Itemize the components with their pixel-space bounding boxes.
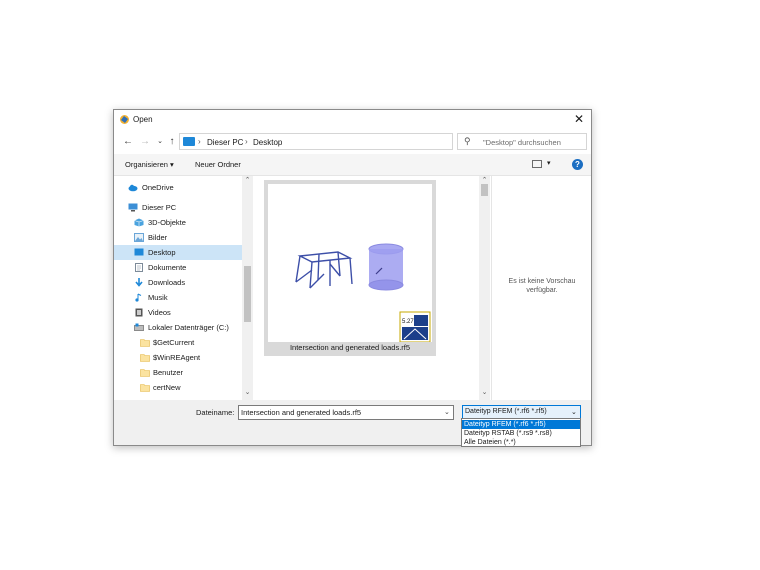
organize-button[interactable]: Organisieren ▾: [125, 160, 174, 169]
nav-label: certNew: [153, 383, 181, 392]
search-placeholder: "Desktop" durchsuchen: [483, 138, 561, 147]
chevron-down-icon[interactable]: ▾: [547, 159, 551, 167]
drive-icon: [134, 323, 144, 331]
filename-input[interactable]: Intersection and generated loads.rf5 ⌄: [238, 405, 454, 420]
nav-label: Lokaler Datenträger (C:): [148, 323, 229, 332]
nav-item-onedrive[interactable]: OneDrive: [114, 180, 242, 195]
breadcrumb-desktop[interactable]: Desktop: [253, 138, 282, 147]
file-list: 5.27 Intersection and generated loads.rf…: [254, 176, 491, 400]
nav-label: Dieser PC: [142, 203, 177, 212]
nav-label: Videos: [148, 308, 171, 317]
chevron-down-icon[interactable]: ⌄: [243, 388, 252, 396]
help-icon[interactable]: ?: [572, 159, 583, 170]
filetype-option-rfem[interactable]: Dateityp RFEM (*.rf6 *.rf5): [462, 420, 580, 429]
no-preview-line1: Es ist keine Vorschau: [508, 278, 576, 285]
chevron-right-icon: ›: [198, 137, 201, 146]
nav-label: $GetCurrent: [153, 338, 195, 347]
file-thumbnail: 5.27: [268, 184, 432, 343]
file-type-badge-number: 5.27: [402, 319, 414, 325]
no-preview-message: Es ist keine Vorschau verfügbar.: [492, 277, 592, 295]
cloud-icon: [128, 184, 138, 192]
view-options-icon[interactable]: [532, 160, 542, 168]
new-folder-button[interactable]: Neuer Ordner: [195, 160, 241, 169]
navigation-pane: OneDrive Dieser PC 3D-Objekte Bilder Des…: [114, 176, 254, 400]
nav-item-desktop[interactable]: Desktop: [114, 245, 242, 260]
close-icon: ✕: [573, 112, 585, 126]
desktop-icon: [134, 248, 144, 256]
nav-label: $WinREAgent: [153, 353, 201, 362]
nav-label: Downloads: [148, 278, 186, 287]
breadcrumb-dieser-pc[interactable]: Dieser PC: [207, 138, 243, 147]
chevron-down-icon[interactable]: ⌄: [480, 388, 489, 396]
up-icon[interactable]: ↑: [166, 135, 178, 149]
folder-icon: [140, 354, 150, 362]
nav-label: Benutzer: [153, 368, 184, 377]
nav-item-downloads[interactable]: Downloads: [114, 275, 242, 290]
pictures-icon: [134, 233, 144, 242]
open-dialog: Open ✕ ← → ⌄ ↑ › Dieser PC › Desktop ⌄ ↻…: [113, 109, 592, 446]
nav-item-winreagent[interactable]: $WinREAgent: [114, 350, 242, 365]
nav-item-getcurrent[interactable]: $GetCurrent: [114, 335, 242, 350]
chevron-right-icon: ›: [245, 137, 248, 146]
structure-model-image: 5.27: [295, 243, 431, 343]
nav-label: OneDrive: [142, 183, 174, 192]
recent-locations-icon[interactable]: ⌄: [154, 135, 166, 149]
forward-icon[interactable]: →: [139, 135, 151, 149]
filetype-option-all[interactable]: Alle Dateien (*.*): [462, 438, 580, 447]
chevron-up-icon[interactable]: ⌃: [243, 176, 252, 184]
title-bar: Open ✕: [114, 110, 591, 130]
nav-item-dieser-pc[interactable]: Dieser PC: [114, 200, 242, 215]
search-input[interactable]: ⚲ "Desktop" durchsuchen: [457, 133, 587, 150]
nav-label: Dokumente: [148, 263, 187, 272]
filetype-dropdown-list: Dateityp RFEM (*.rf6 *.rf5) Dateityp RST…: [461, 418, 581, 447]
nav-item-bilder[interactable]: Bilder: [114, 230, 242, 245]
command-bar: Organisieren ▾ Neuer Ordner ▾ ?: [114, 154, 591, 176]
folder-icon: [140, 384, 150, 392]
folder-icon: [140, 369, 150, 377]
scrollbar-thumb[interactable]: [244, 266, 251, 322]
computer-icon: [183, 137, 195, 146]
window-title: Open: [133, 115, 153, 124]
video-icon: [135, 308, 143, 317]
sidebar-scrollbar[interactable]: ⌃ ⌄: [242, 176, 253, 400]
filename-label: Dateiname:: [196, 408, 235, 417]
scrollbar-thumb[interactable]: [481, 184, 488, 196]
filetype-option-rstab[interactable]: Dateityp RSTAB (*.rs9 *.rs8): [462, 429, 580, 438]
nav-item-dokumente[interactable]: Dokumente: [114, 260, 242, 275]
chevron-down-icon[interactable]: ⌄: [571, 408, 577, 416]
nav-label: Musik: [148, 293, 168, 302]
cube-icon: [134, 218, 144, 227]
chevron-down-icon[interactable]: ⌄: [444, 408, 450, 416]
filetype-value: Dateityp RFEM (*.rf6 *.rf5): [465, 408, 547, 415]
nav-item-musik[interactable]: Musik: [114, 290, 242, 305]
nav-item-videos[interactable]: Videos: [114, 305, 242, 320]
search-icon: ⚲: [464, 136, 471, 146]
download-icon: [135, 278, 143, 287]
nav-label: Desktop: [148, 248, 176, 257]
document-icon: [135, 263, 143, 272]
filename-value: Intersection and generated loads.rf5: [241, 408, 362, 417]
nav-label: 3D-Objekte: [148, 218, 186, 227]
close-button[interactable]: ✕: [572, 112, 586, 127]
file-item[interactable]: 5.27 Intersection and generated loads.rf…: [264, 180, 436, 356]
address-bar-row: ← → ⌄ ↑ › Dieser PC › Desktop ⌄ ↻ ⚲ "Des…: [114, 130, 591, 154]
file-name-label: Intersection and generated loads.rf5: [289, 343, 411, 352]
filetype-select[interactable]: Dateityp RFEM (*.rf6 *.rf5) ⌄: [462, 405, 581, 419]
nav-item-benutzer[interactable]: Benutzer: [114, 365, 242, 380]
nav-item-3d-objekte[interactable]: 3D-Objekte: [114, 215, 242, 230]
computer-icon: [128, 203, 138, 212]
music-icon: [135, 293, 142, 302]
folder-icon: [140, 339, 150, 347]
address-box[interactable]: › Dieser PC › Desktop ⌄ ↻: [179, 133, 509, 150]
nav-item-certnew[interactable]: certNew: [114, 380, 242, 395]
no-preview-line2: verfügbar.: [526, 287, 558, 294]
preview-pane: Es ist keine Vorschau verfügbar.: [491, 176, 591, 400]
nav-item-lokaler-datentraeger[interactable]: Lokaler Datenträger (C:): [114, 320, 242, 335]
chevron-up-icon[interactable]: ⌃: [480, 176, 489, 184]
nav-label: Bilder: [148, 233, 168, 242]
back-icon[interactable]: ←: [122, 135, 134, 149]
file-list-scrollbar[interactable]: ⌃ ⌄: [479, 176, 490, 400]
app-icon: [120, 115, 129, 124]
